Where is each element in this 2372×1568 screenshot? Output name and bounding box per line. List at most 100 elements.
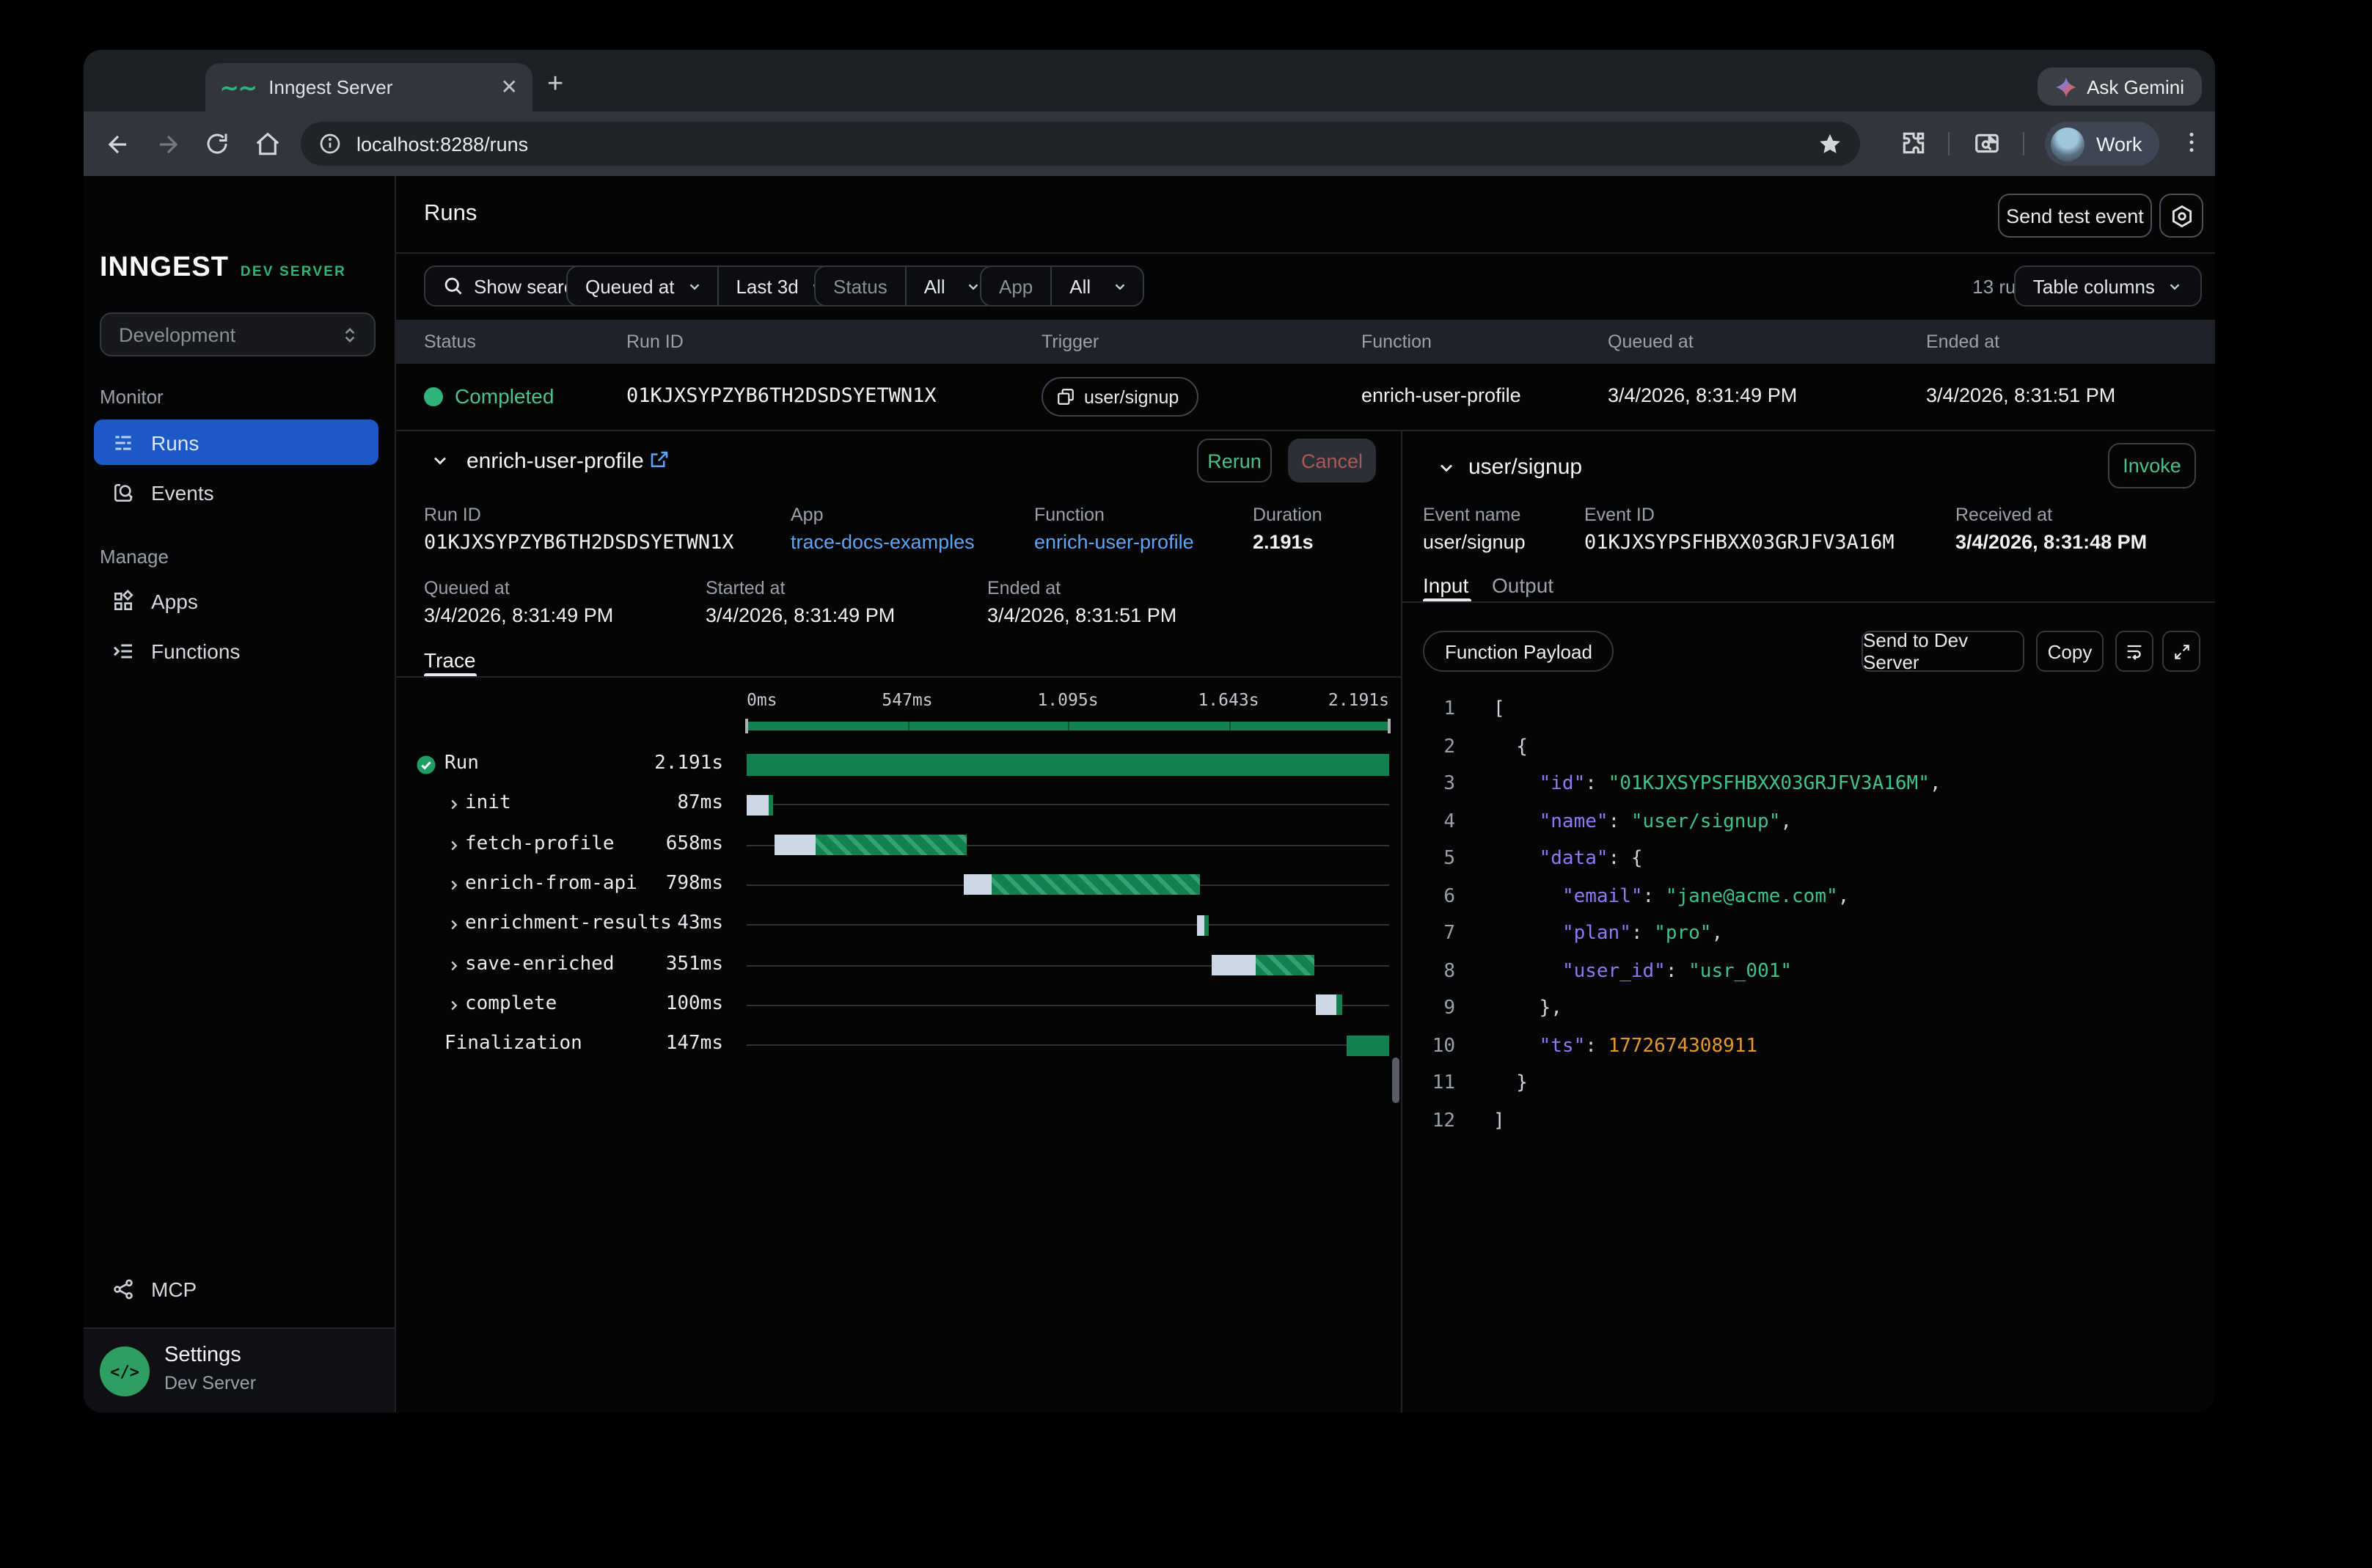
extensions-icon[interactable] (1900, 129, 1928, 157)
code-text: "email": "jane@acme.com", (1493, 885, 1849, 907)
rerun-button[interactable]: Rerun (1197, 439, 1272, 483)
trace-span-row-complete[interactable]: complete100ms (396, 986, 1402, 1025)
browser-window: ∼∼ Inngest Server ✕ + Ask Gemini (84, 50, 2215, 1413)
time-range-value[interactable]: Last 3d (718, 275, 810, 297)
run-id-value: 01KJXSYPZYB6TH2DSDSYETWN1X (424, 531, 734, 554)
cancel-button[interactable]: Cancel (1288, 439, 1376, 483)
send-to-dev-server-button[interactable]: Send to Dev Server (1862, 631, 2024, 672)
word-wrap-icon (2124, 641, 2145, 662)
trigger-pill[interactable]: user/signup (1042, 377, 1198, 417)
span-name: enrichment-results (465, 912, 672, 934)
line-number: 7 (1402, 923, 1455, 945)
settings-label[interactable]: Settings (164, 1344, 241, 1367)
vertical-scrollbar[interactable] (1392, 1058, 1399, 1103)
home-icon[interactable] (242, 130, 292, 158)
expand-chevron-icon[interactable] (446, 957, 462, 973)
queued-at-filter-label[interactable]: Queued at (568, 275, 686, 297)
function-payload-button[interactable]: Function Payload (1423, 631, 1614, 672)
line-number: 10 (1402, 1035, 1455, 1057)
function-link[interactable]: enrich-user-profile (1034, 531, 1194, 553)
run-detail-title: enrich-user-profile (466, 449, 644, 474)
bookmark-star-icon[interactable] (1818, 131, 1842, 156)
trace-span-row-fetch-profile[interactable]: fetch-profile658ms (396, 825, 1402, 865)
column-header-ended-at[interactable]: Ended at (1926, 331, 1999, 352)
tab-output[interactable]: Output (1492, 574, 1553, 597)
code-line: 12] (1402, 1110, 2215, 1147)
url-text[interactable]: localhost:8288/runs (356, 133, 1818, 155)
url-bar[interactable]: localhost:8288/runs (301, 122, 1860, 166)
browser-tab[interactable]: ∼∼ Inngest Server ✕ (205, 63, 532, 111)
sidebar-item-apps[interactable]: Apps (94, 578, 378, 623)
minimap-handle-left[interactable] (745, 719, 748, 733)
segment-queued (1316, 995, 1336, 1016)
axis-tick: 0ms (747, 689, 777, 710)
function-cell: enrich-user-profile (1361, 384, 1521, 406)
expand-chevron-icon[interactable] (446, 877, 462, 893)
expand-chevron-icon[interactable] (446, 837, 462, 853)
duration-label: Duration (1253, 505, 1322, 525)
column-header-run-id[interactable]: Run ID (626, 331, 684, 352)
minimap-handle-right[interactable] (1388, 719, 1391, 733)
span-track (747, 865, 1389, 905)
word-wrap-button[interactable] (2115, 631, 2153, 672)
segment-queued (775, 835, 816, 855)
tab-trace[interactable]: Trace (424, 648, 476, 672)
back-icon[interactable] (92, 130, 142, 158)
code-text: "name": "user/signup", (1493, 810, 1792, 832)
column-header-function[interactable]: Function (1361, 331, 1432, 352)
ask-gemini-button[interactable]: Ask Gemini (2037, 67, 2202, 106)
trace-minimap[interactable] (747, 722, 1389, 730)
sidebar-footer[interactable]: </> Settings Dev Server (84, 1327, 395, 1413)
new-tab-button[interactable]: + (547, 69, 563, 101)
column-header-status[interactable]: Status (424, 331, 476, 352)
app-filter-value[interactable]: All (1052, 275, 1111, 297)
column-header-queued-at[interactable]: Queued at (1608, 331, 1694, 352)
time-filter[interactable]: Queued at Last 3d (566, 265, 843, 307)
status-filter-value[interactable]: All (907, 275, 966, 297)
trace-span-row-save-enriched[interactable]: save-enriched351ms (396, 945, 1402, 985)
sidebar-item-mcp[interactable]: MCP (94, 1266, 378, 1311)
table-row[interactable]: Completed 01KJXSYPZYB6TH2DSDSYETWN1X use… (396, 364, 2215, 430)
settings-gear-button[interactable] (2159, 194, 2203, 238)
external-link-icon[interactable] (648, 449, 670, 471)
forward-icon[interactable] (142, 130, 192, 158)
profile-label: Work (2096, 133, 2142, 155)
segment-run (992, 875, 1200, 895)
collapse-chevron-icon[interactable] (430, 450, 450, 471)
segment-run (816, 835, 966, 855)
environment-select[interactable]: Development (100, 312, 376, 356)
event-detail-pane: user/signup Invoke Event name Event ID R… (1402, 430, 2215, 1413)
reload-icon[interactable] (192, 131, 242, 157)
expand-chevron-icon[interactable] (446, 997, 462, 1014)
column-header-trigger[interactable]: Trigger (1042, 331, 1099, 352)
send-test-event-button[interactable]: Send test event (1998, 194, 2152, 238)
expand-button[interactable] (2162, 631, 2200, 672)
app-filter[interactable]: App All (980, 265, 1143, 307)
trace-span-row-init[interactable]: init87ms (396, 785, 1402, 825)
browser-menu-icon[interactable] (2178, 129, 2205, 155)
copy-button[interactable]: Copy (2036, 631, 2104, 672)
site-info-icon[interactable] (318, 132, 342, 155)
sidebar-item-runs[interactable]: Runs (94, 420, 378, 465)
profile-chip[interactable]: Work (2045, 122, 2160, 166)
line-number: 9 (1402, 997, 1455, 1019)
status-filter[interactable]: Status All (814, 265, 998, 307)
span-track (747, 945, 1389, 985)
expand-chevron-icon[interactable] (446, 797, 462, 813)
code-text: "data": { (1493, 848, 1643, 870)
line-number: 2 (1402, 736, 1455, 758)
inngest-app: INNGEST DEV SERVER Development Monitor R… (84, 176, 2215, 1413)
trace-span-row-enrichment-results[interactable]: enrichment-results43ms (396, 905, 1402, 945)
trace-span-row-enrich-from-api[interactable]: enrich-from-api798ms (396, 865, 1402, 905)
side-panel-search-icon[interactable] (1973, 131, 2001, 158)
sidebar-item-events[interactable]: Events (94, 469, 378, 515)
app-link[interactable]: trace-docs-examples (791, 531, 975, 553)
tab-close-icon[interactable]: ✕ (501, 75, 518, 100)
expand-chevron-icon[interactable] (446, 917, 462, 933)
table-columns-button[interactable]: Table columns (2014, 265, 2202, 307)
collapse-chevron-icon[interactable] (1436, 458, 1457, 478)
span-duration: 43ms (677, 912, 723, 934)
tab-input[interactable]: Input (1423, 574, 1468, 597)
sidebar-item-functions[interactable]: Functions (94, 628, 378, 673)
invoke-button[interactable]: Invoke (2108, 443, 2196, 488)
